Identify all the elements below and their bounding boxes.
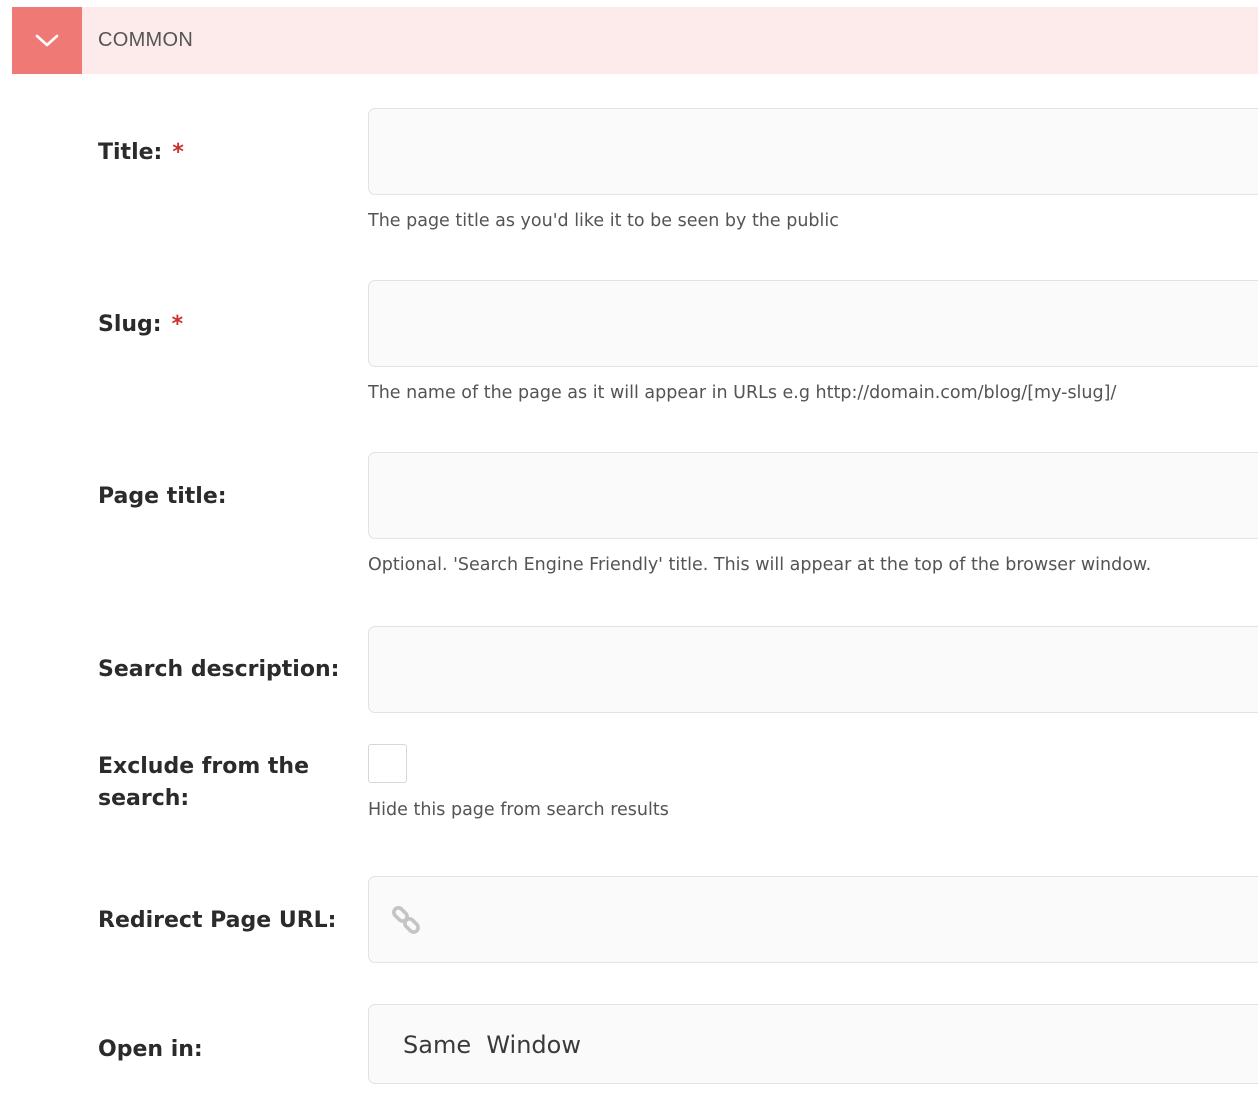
redirect-url-input[interactable] bbox=[368, 876, 1258, 963]
link-icon bbox=[392, 906, 420, 934]
required-marker: * bbox=[171, 312, 184, 337]
page-title-input[interactable] bbox=[368, 452, 1258, 539]
redirect-url-label: Redirect Page URL: bbox=[98, 908, 337, 933]
slug-input[interactable] bbox=[368, 280, 1258, 367]
exclude-from-search-label-line1: Exclude from the bbox=[98, 754, 310, 779]
slug-help-text: The name of the page as it will appear i… bbox=[368, 383, 1117, 403]
open-in-select[interactable]: Same Window bbox=[368, 1004, 1258, 1084]
open-in-selected-value: Same Window bbox=[403, 1031, 581, 1059]
required-marker: * bbox=[172, 140, 184, 165]
slug-label-text: Slug: bbox=[98, 312, 162, 337]
exclude-from-search-checkbox[interactable] bbox=[368, 744, 407, 783]
title-label: Title: * bbox=[98, 137, 184, 169]
page-title-label: Page title: bbox=[98, 484, 227, 509]
section-title: COMMON bbox=[98, 29, 194, 51]
exclude-from-search-label-line2: search: bbox=[98, 786, 190, 811]
section-header: COMMON bbox=[12, 7, 1258, 74]
title-help-text: The page title as you'd like it to be se… bbox=[368, 211, 839, 231]
exclude-from-search-help-text: Hide this page from search results bbox=[368, 800, 669, 820]
page-title-help-text: Optional. 'Search Engine Friendly' title… bbox=[368, 555, 1152, 575]
search-description-input[interactable] bbox=[368, 626, 1258, 713]
slug-label: Slug: * bbox=[98, 309, 183, 341]
collapse-toggle-button[interactable] bbox=[12, 7, 82, 74]
open-in-label: Open in: bbox=[98, 1037, 203, 1062]
title-input[interactable] bbox=[368, 108, 1258, 195]
exclude-from-search-label: Exclude from the search: bbox=[98, 751, 309, 815]
title-label-text: Title: bbox=[98, 140, 163, 165]
chevron-down-icon bbox=[35, 34, 59, 46]
search-description-label: Search description: bbox=[98, 657, 340, 682]
